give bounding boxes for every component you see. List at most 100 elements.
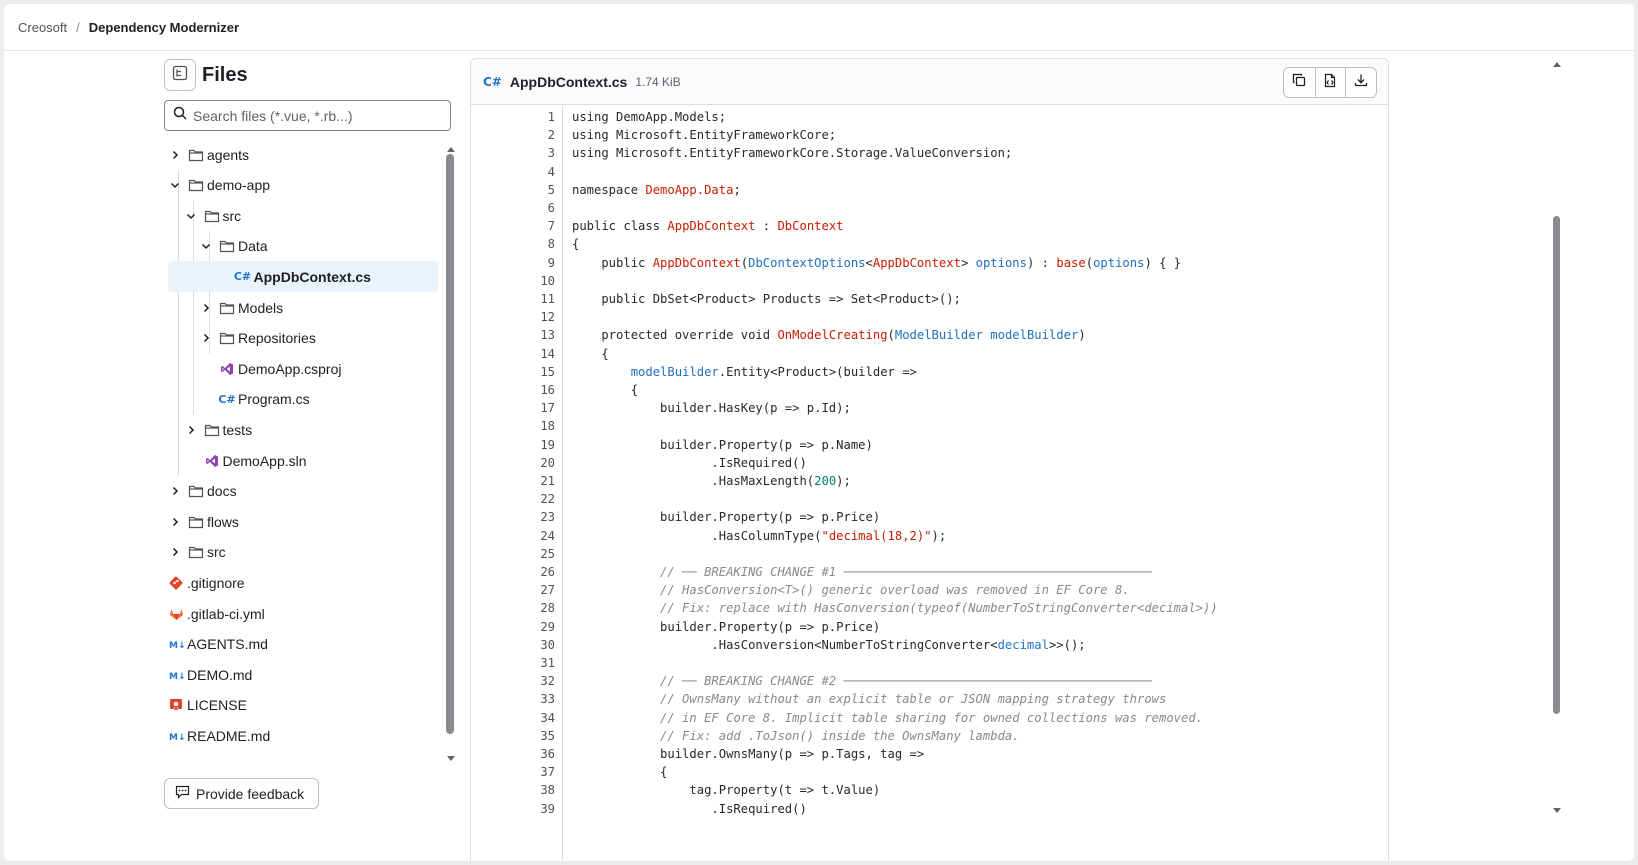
search-files-input[interactable] (193, 107, 433, 124)
files-title: Files (202, 63, 248, 86)
provide-feedback-button[interactable]: Provide feedback (164, 778, 319, 809)
download-button[interactable] (1345, 68, 1376, 97)
code-text: // Fix: replace with HasConversion(typeo… (572, 601, 1218, 616)
tree-folder-row[interactable]: tests (168, 414, 438, 445)
tree-file-row[interactable]: M↓ README.md (168, 720, 438, 751)
tree-folder-row[interactable]: demo-app (168, 170, 438, 201)
folder-icon (188, 177, 204, 193)
tree-file-row[interactable]: .gitignore (168, 567, 438, 598)
line-number[interactable]: 21 (471, 472, 555, 490)
page-scroll-down-arrow[interactable] (1552, 802, 1562, 820)
tree-scroll-down-arrow[interactable] (446, 750, 456, 761)
tree-file-row[interactable]: DemoApp.sln (168, 445, 438, 476)
code-text: using Microsoft.EntityFrameworkCore.Stor… (572, 146, 1013, 161)
code-text: builder.Property(p => p.Name) (572, 437, 873, 452)
tree-folder-row[interactable]: agents (168, 139, 438, 170)
page-scroll-up-arrow[interactable] (1552, 55, 1562, 73)
line-number[interactable]: 34 (471, 709, 555, 727)
line-number[interactable]: 3 (471, 144, 555, 162)
line-number[interactable]: 8 (471, 235, 555, 253)
line-number[interactable]: 6 (471, 199, 555, 217)
tree-scroll-up-arrow[interactable] (446, 140, 456, 152)
chevron-right-icon[interactable] (199, 333, 213, 343)
line-number[interactable]: 12 (471, 308, 555, 326)
chevron-down-icon[interactable] (168, 180, 182, 190)
line-number[interactable]: 5 (471, 181, 555, 199)
line-number[interactable]: 7 (471, 217, 555, 235)
tree-file-row[interactable]: C# AppDbContext.cs (168, 261, 438, 293)
line-number[interactable]: 11 (471, 290, 555, 308)
line-number[interactable]: 26 (471, 563, 555, 581)
tree-file-row[interactable]: M↓ DEMO.md (168, 659, 438, 690)
line-number[interactable]: 27 (471, 581, 555, 599)
line-number[interactable]: 29 (471, 618, 555, 636)
provide-feedback-label: Provide feedback (196, 785, 305, 802)
line-number[interactable]: 10 (471, 272, 555, 290)
line-number[interactable]: 1 (471, 108, 555, 126)
code-view[interactable]: 1 using DemoApp.Models; 2 using Microsoft.E… (471, 106, 1388, 861)
code-line: 15 modelBuilder.Entity<Product>(builder … (471, 363, 1388, 381)
line-number[interactable]: 17 (471, 399, 555, 417)
page-scrollbar-thumb[interactable] (1553, 216, 1560, 714)
toggle-file-tree-button[interactable] (164, 59, 196, 91)
tree-file-row[interactable]: M↓flow_registry.v1.md (168, 751, 438, 763)
line-number[interactable]: 32 (471, 672, 555, 690)
tree-folder-row[interactable]: Models (168, 292, 438, 323)
line-number[interactable]: 28 (471, 599, 555, 617)
gitlab-icon (168, 606, 184, 622)
line-number[interactable]: 9 (471, 254, 555, 272)
line-number[interactable]: 20 (471, 454, 555, 472)
tree-folder-row[interactable]: src (168, 537, 438, 568)
code-line: 35 // Fix: add .ToJson() inside the Owns… (471, 727, 1388, 745)
line-number[interactable]: 24 (471, 527, 555, 545)
copy-contents-button[interactable] (1284, 68, 1315, 97)
tree-scrollbar-thumb[interactable] (446, 154, 454, 734)
line-number[interactable]: 13 (471, 326, 555, 344)
breadcrumb-current-link[interactable]: Dependency Modernizer (89, 20, 239, 35)
line-number[interactable]: 30 (471, 636, 555, 654)
open-raw-button[interactable] (1314, 68, 1346, 97)
tree-item-label: .gitlab-ci.yml (187, 605, 265, 622)
tree-file-row[interactable]: M↓ AGENTS.md (168, 629, 438, 660)
chevron-right-icon[interactable] (168, 486, 182, 496)
chevron-right-icon[interactable] (168, 150, 182, 160)
tree-folder-row[interactable]: flows (168, 506, 438, 537)
line-number[interactable]: 16 (471, 381, 555, 399)
line-number[interactable]: 23 (471, 508, 555, 526)
chevron-right-icon[interactable] (199, 303, 213, 313)
line-number[interactable]: 38 (471, 781, 555, 799)
line-number[interactable]: 35 (471, 727, 555, 745)
line-number[interactable]: 2 (471, 126, 555, 144)
line-number[interactable]: 15 (471, 363, 555, 381)
tree-file-row[interactable]: DemoApp.csproj (168, 353, 438, 384)
code-line: 22 (471, 490, 1388, 508)
line-number[interactable]: 33 (471, 690, 555, 708)
chevron-right-icon[interactable] (168, 517, 182, 527)
code-line: 33 // OwnsMany without an explicit table… (471, 690, 1388, 708)
line-number[interactable]: 18 (471, 417, 555, 435)
search-files-box[interactable] (164, 100, 451, 131)
tree-folder-row[interactable]: src (168, 200, 438, 231)
line-number[interactable]: 14 (471, 345, 555, 363)
tree-file-row[interactable]: .gitlab-ci.yml (168, 598, 438, 629)
tree-folder-row[interactable]: Repositories (168, 323, 438, 354)
line-number[interactable]: 37 (471, 763, 555, 781)
breadcrumb-root-link[interactable]: Creosoft (18, 20, 67, 35)
line-number[interactable]: 25 (471, 545, 555, 563)
tree-item-label: DEMO.md (187, 666, 253, 683)
folder-icon (188, 514, 204, 530)
chevron-down-icon[interactable] (184, 211, 198, 221)
tree-file-row[interactable]: C# Program.cs (168, 384, 438, 415)
line-number[interactable]: 22 (471, 490, 555, 508)
line-number[interactable]: 36 (471, 745, 555, 763)
tree-folder-row[interactable]: docs (168, 476, 438, 507)
tree-file-row[interactable]: LICENSE (168, 690, 438, 721)
line-number[interactable]: 4 (471, 163, 555, 181)
tree-folder-row[interactable]: Data (168, 231, 438, 262)
chevron-down-icon[interactable] (199, 241, 213, 251)
chevron-right-icon[interactable] (184, 425, 198, 435)
line-number[interactable]: 39 (471, 800, 555, 818)
line-number[interactable]: 19 (471, 436, 555, 454)
chevron-right-icon[interactable] (168, 547, 182, 557)
line-number[interactable]: 31 (471, 654, 555, 672)
